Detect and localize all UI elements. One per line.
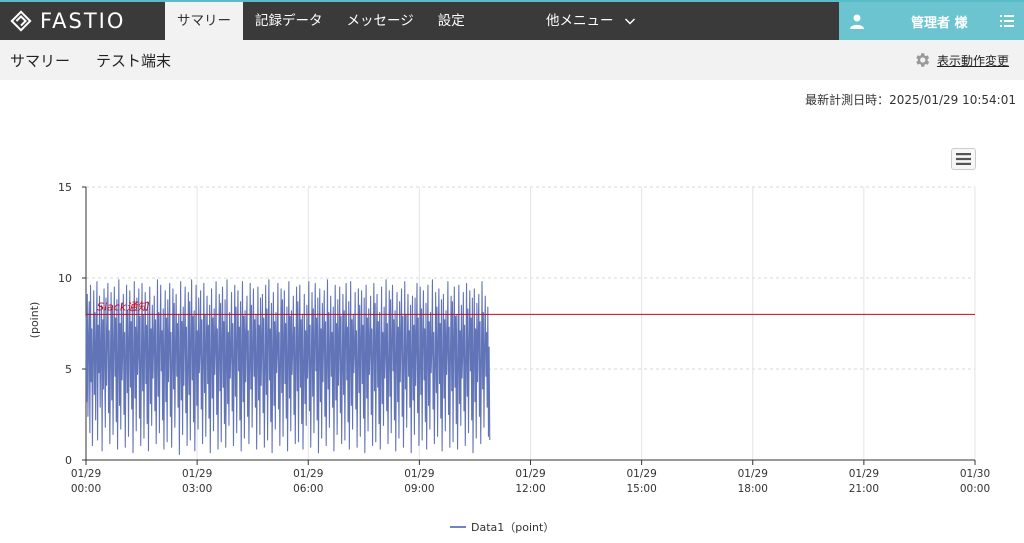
logo-text: FASTIO bbox=[40, 9, 126, 33]
x-tick-label-date: 01/29 bbox=[404, 468, 434, 480]
chart-export-menu-button[interactable] bbox=[951, 148, 976, 170]
chart-legend[interactable]: Data1（point） bbox=[450, 519, 554, 535]
latest-measurement-time: 最新計測日時：2025/01/29 10:54:01 bbox=[805, 93, 1016, 107]
other-menu-dropdown[interactable]: 他メニュー bbox=[534, 2, 648, 40]
x-tick-label-time: 18:00 bbox=[738, 483, 768, 495]
other-menu-label: 他メニュー bbox=[546, 13, 614, 29]
nav-tab-summary[interactable]: サマリー bbox=[165, 2, 243, 40]
y-tick-label: 0 bbox=[65, 454, 72, 467]
threshold-label: Slack通知 bbox=[97, 300, 150, 313]
x-tick-label-time: 15:00 bbox=[626, 483, 656, 495]
y-tick-label: 10 bbox=[58, 272, 72, 285]
chevron-down-icon bbox=[624, 18, 635, 25]
main-nav: サマリー 記録データ メッセージ 設定 bbox=[165, 2, 477, 40]
breadcrumb: サマリー テスト端末 bbox=[10, 50, 171, 71]
x-tick-label-date: 01/29 bbox=[626, 468, 656, 480]
x-tick-label-time: 06:00 bbox=[293, 483, 323, 495]
nav-tab-recorded-data[interactable]: 記録データ bbox=[243, 2, 335, 40]
logo-mark-icon bbox=[10, 10, 32, 32]
y-axis: 0 5 10 15 bbox=[58, 181, 87, 467]
hamburger-icon bbox=[956, 153, 971, 165]
x-tick-label-time: 00:00 bbox=[960, 483, 990, 495]
x-tick-label-date: 01/29 bbox=[293, 468, 323, 480]
nav-tab-settings[interactable]: 設定 bbox=[426, 2, 477, 40]
list-menu-icon[interactable] bbox=[1000, 14, 1014, 28]
x-tick-label-date: 01/29 bbox=[71, 468, 101, 480]
x-tick-label-time: 12:00 bbox=[515, 483, 545, 495]
y-tick-label: 15 bbox=[58, 181, 72, 194]
x-tick-label-time: 00:00 bbox=[71, 483, 101, 495]
display-change-button[interactable]: 表示動作変更 bbox=[913, 51, 1009, 69]
user-menu[interactable]: 管理者 様 bbox=[839, 2, 1024, 40]
legend-swatch bbox=[450, 526, 466, 528]
x-axis: 01/29 00:00 01/29 03:00 01/29 06:00 01/29 09:00… bbox=[71, 459, 990, 495]
device-name: テスト端末 bbox=[96, 52, 172, 70]
gear-icon bbox=[916, 53, 930, 67]
x-tick-label-date: 01/29 bbox=[849, 468, 879, 480]
y-tick-label: 5 bbox=[65, 363, 72, 376]
line-chart: 051015 01/2900:0001/2903:0001/2906:0001/… bbox=[28, 181, 990, 495]
user-icon bbox=[850, 14, 864, 29]
x-tick-label-time: 09:00 bbox=[404, 483, 434, 495]
y-axis-label: (point) bbox=[28, 302, 41, 339]
x-tick-label-date: 01/29 bbox=[738, 468, 768, 480]
nav-tab-messages[interactable]: メッセージ bbox=[335, 2, 426, 40]
x-tick-label-time: 03:00 bbox=[182, 483, 212, 495]
x-tick-label-date: 01/29 bbox=[182, 468, 212, 480]
x-tick-label-time: 21:00 bbox=[849, 483, 879, 495]
user-name: 管理者 様 bbox=[911, 15, 968, 31]
x-tick-label-date: 01/29 bbox=[515, 468, 545, 480]
top-navigation-bar: FASTIO サマリー 記録データ メッセージ 設定 他メニュー 管理者 様 bbox=[0, 0, 1024, 40]
legend-label: Data1（point） bbox=[471, 521, 555, 534]
x-tick-label-date: 01/30 bbox=[960, 468, 990, 480]
page-header: サマリー テスト端末 表示動作変更 bbox=[0, 40, 1024, 80]
fastio-logo[interactable]: FASTIO bbox=[0, 2, 165, 40]
display-change-label: 表示動作変更 bbox=[936, 53, 1009, 68]
page-title: サマリー bbox=[10, 52, 71, 70]
